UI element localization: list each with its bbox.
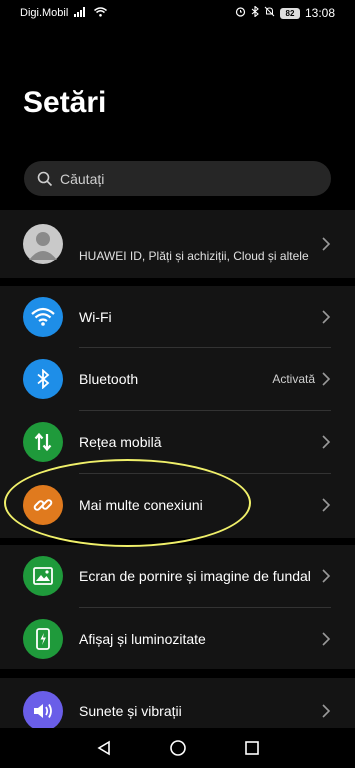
clock: 13:08	[304, 6, 335, 20]
status-right: 82 13:08	[235, 5, 335, 20]
chevron-right-icon	[321, 498, 331, 512]
mobile-network-row[interactable]: Rețea mobilă	[0, 411, 355, 473]
bluetooth-status: Activată	[272, 372, 315, 386]
profile-subtitle: HUAWEI ID, Plăți și achiziții, Cloud și …	[79, 249, 309, 263]
speaker-icon	[23, 691, 63, 731]
chevron-right-icon	[321, 704, 331, 718]
wifi-icon	[23, 297, 63, 337]
recents-button[interactable]	[242, 738, 262, 758]
alarm-icon	[235, 6, 246, 20]
chevron-right-icon	[321, 372, 331, 386]
battery-indicator: 82	[279, 7, 300, 19]
search-bar[interactable]	[24, 161, 331, 196]
chevron-right-icon	[321, 310, 331, 324]
profile-row[interactable]: HUAWEI ID, Plăți și achiziții, Cloud și …	[0, 210, 355, 278]
chevron-right-icon	[321, 237, 331, 251]
more-connections-row[interactable]: Mai multe conexiuni	[0, 474, 355, 536]
navigation-bar	[0, 728, 355, 768]
wifi-label: Wi-Fi	[79, 309, 112, 325]
wallpaper-label: Ecran de pornire și imagine de fundal	[79, 568, 311, 584]
display-label: Afișaj și luminozitate	[79, 631, 206, 647]
search-icon	[36, 170, 54, 188]
bluetooth-row[interactable]: Bluetooth Activată	[0, 348, 355, 410]
status-bar: Digi.Mobil 82 13:08	[0, 0, 355, 26]
wallpaper-row[interactable]: Ecran de pornire și imagine de fundal	[0, 545, 355, 607]
bluetooth-icon	[23, 359, 63, 399]
phone-brightness-icon	[23, 619, 63, 659]
chevron-right-icon	[321, 632, 331, 646]
more-connections-label: Mai multe conexiuni	[79, 497, 203, 513]
image-icon	[23, 556, 63, 596]
chevron-right-icon	[321, 569, 331, 583]
display-row[interactable]: Afișaj și luminozitate	[0, 608, 355, 670]
silent-bell-icon	[264, 6, 275, 20]
signal-icon	[74, 6, 88, 20]
page-title: Setări	[23, 86, 107, 119]
link-icon	[23, 485, 63, 525]
back-button[interactable]	[94, 738, 114, 758]
wifi-row[interactable]: Wi-Fi	[0, 286, 355, 348]
bluetooth-status-icon	[251, 5, 259, 20]
bluetooth-label: Bluetooth	[79, 371, 139, 387]
chevron-right-icon	[321, 435, 331, 449]
carrier-label: Digi.Mobil	[20, 7, 69, 19]
status-left: Digi.Mobil	[20, 6, 108, 20]
mobile-network-label: Rețea mobilă	[79, 434, 162, 450]
wifi-status-icon	[94, 6, 108, 20]
search-input[interactable]	[60, 170, 300, 187]
home-button[interactable]	[168, 738, 188, 758]
sounds-label: Sunete și vibrații	[79, 703, 182, 719]
avatar	[23, 224, 63, 264]
mobile-data-icon	[23, 422, 63, 462]
